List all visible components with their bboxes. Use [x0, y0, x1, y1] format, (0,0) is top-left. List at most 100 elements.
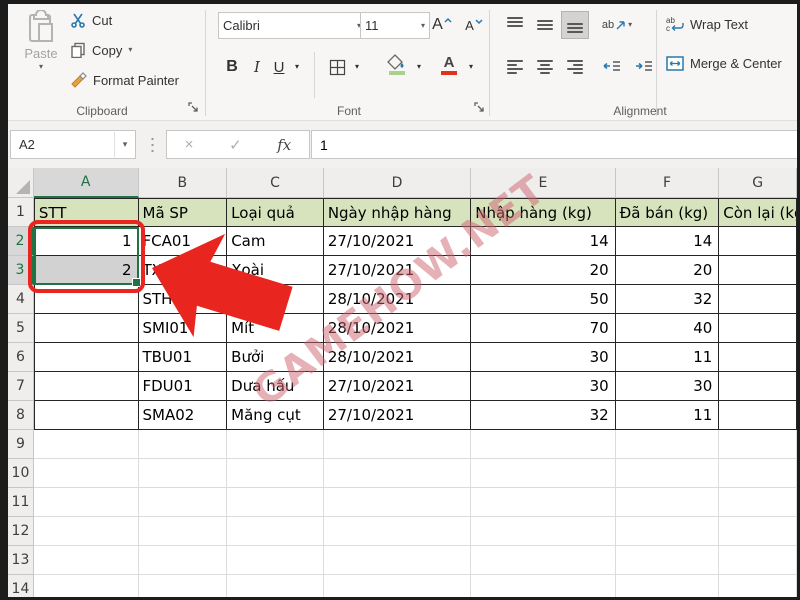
- name-box[interactable]: A2 ▾: [10, 130, 136, 159]
- cell-D4[interactable]: 28/10/2021: [324, 285, 471, 314]
- cell-D2[interactable]: 27/10/2021: [324, 227, 471, 256]
- cell-E5[interactable]: 70: [471, 314, 615, 343]
- italic-button[interactable]: I: [246, 54, 268, 80]
- row-header-11[interactable]: 11: [8, 488, 34, 517]
- cell-B7[interactable]: FDU01: [139, 372, 228, 401]
- cell-D6[interactable]: 28/10/2021: [324, 343, 471, 372]
- underline-button[interactable]: U: [268, 54, 290, 80]
- cell-B11[interactable]: [139, 488, 228, 517]
- font-name-combo[interactable]: Calibri ▾: [218, 12, 366, 39]
- cell-C3[interactable]: Xoài: [227, 256, 324, 285]
- cell-D9[interactable]: [324, 430, 471, 459]
- cell-F13[interactable]: [616, 546, 720, 575]
- enter-icon[interactable]: ✓: [229, 136, 242, 154]
- borders-dropdown-chevron[interactable]: ▾: [350, 54, 364, 80]
- row-header-4[interactable]: 4: [8, 285, 34, 314]
- cell-D11[interactable]: [324, 488, 471, 517]
- row-header-1[interactable]: 1: [8, 198, 34, 227]
- cell-G7[interactable]: [719, 372, 797, 401]
- cell-D7[interactable]: 27/10/2021: [324, 372, 471, 401]
- row-header-9[interactable]: 9: [8, 430, 34, 459]
- cell-D14[interactable]: [324, 575, 471, 597]
- cell-E7[interactable]: 30: [471, 372, 615, 401]
- cut-button[interactable]: Cut: [70, 12, 112, 28]
- row-header-2[interactable]: 2: [8, 227, 34, 256]
- align-center-button[interactable]: [532, 54, 558, 80]
- paste-button[interactable]: Paste ▾: [16, 10, 66, 100]
- cell-F8[interactable]: 11: [616, 401, 720, 430]
- cell-C1[interactable]: Loại quả: [227, 198, 324, 227]
- cell-C6[interactable]: Bưởi: [227, 343, 324, 372]
- orientation-button[interactable]: ab ▾: [600, 12, 634, 38]
- cell-C8[interactable]: Măng cụt: [227, 401, 324, 430]
- cell-B5[interactable]: SMI01: [139, 314, 228, 343]
- cell-D13[interactable]: [324, 546, 471, 575]
- cell-C4[interactable]: Thơm: [227, 285, 324, 314]
- cell-F1[interactable]: Đã bán (kg): [616, 198, 720, 227]
- column-header-G[interactable]: G: [719, 168, 797, 198]
- cell-D1[interactable]: Ngày nhập hàng: [324, 198, 471, 227]
- column-header-B[interactable]: B: [139, 168, 228, 198]
- cell-C12[interactable]: [227, 517, 324, 546]
- cell-G11[interactable]: [719, 488, 797, 517]
- middle-align-button[interactable]: [532, 12, 558, 38]
- column-header-C[interactable]: C: [227, 168, 324, 198]
- cell-G3[interactable]: [719, 256, 797, 285]
- cell-A3[interactable]: 2: [34, 256, 139, 285]
- cell-C14[interactable]: [227, 575, 324, 597]
- cell-B14[interactable]: [139, 575, 228, 597]
- row-header-8[interactable]: 8: [8, 401, 34, 430]
- font-size-combo[interactable]: 11 ▾: [360, 12, 430, 39]
- cell-B9[interactable]: [139, 430, 228, 459]
- cell-F12[interactable]: [616, 517, 720, 546]
- cell-F2[interactable]: 14: [616, 227, 720, 256]
- column-header-A[interactable]: A: [34, 168, 139, 198]
- cell-G9[interactable]: [719, 430, 797, 459]
- cell-A10[interactable]: [34, 459, 139, 488]
- formula-input[interactable]: 1: [311, 130, 797, 159]
- cell-E6[interactable]: 30: [471, 343, 615, 372]
- cell-C9[interactable]: [227, 430, 324, 459]
- cell-G8[interactable]: [719, 401, 797, 430]
- cell-F11[interactable]: [616, 488, 720, 517]
- cell-G12[interactable]: [719, 517, 797, 546]
- cell-E14[interactable]: [471, 575, 615, 597]
- cell-F3[interactable]: 20: [616, 256, 720, 285]
- cell-B13[interactable]: [139, 546, 228, 575]
- column-header-E[interactable]: E: [471, 168, 615, 198]
- cell-A14[interactable]: [34, 575, 139, 597]
- cell-D10[interactable]: [324, 459, 471, 488]
- cell-C5[interactable]: Mít: [227, 314, 324, 343]
- cell-G4[interactable]: [719, 285, 797, 314]
- copy-button[interactable]: Copy ▾: [70, 42, 132, 58]
- cell-E3[interactable]: 20: [471, 256, 615, 285]
- cell-A13[interactable]: [34, 546, 139, 575]
- cell-E1[interactable]: Nhập hàng (kg): [471, 198, 615, 227]
- cell-B1[interactable]: Mã SP: [139, 198, 228, 227]
- cancel-icon[interactable]: ×: [185, 136, 194, 153]
- insert-function-icon[interactable]: fx: [277, 136, 291, 154]
- cell-E12[interactable]: [471, 517, 615, 546]
- cell-D5[interactable]: 28/10/2021: [324, 314, 471, 343]
- cell-E10[interactable]: [471, 459, 615, 488]
- cell-G2[interactable]: [719, 227, 797, 256]
- cell-G10[interactable]: [719, 459, 797, 488]
- column-header-F[interactable]: F: [616, 168, 720, 198]
- cell-A8[interactable]: [34, 401, 139, 430]
- cell-A4[interactable]: [34, 285, 139, 314]
- cell-B3[interactable]: TXO01: [139, 256, 228, 285]
- increase-indent-button[interactable]: [630, 54, 658, 80]
- cell-D8[interactable]: 27/10/2021: [324, 401, 471, 430]
- cell-E4[interactable]: 50: [471, 285, 615, 314]
- cell-B2[interactable]: FCA01: [139, 227, 228, 256]
- clipboard-dialog-launcher-icon[interactable]: [188, 102, 202, 116]
- cell-C2[interactable]: Cam: [227, 227, 324, 256]
- cell-A6[interactable]: [34, 343, 139, 372]
- cell-F9[interactable]: [616, 430, 720, 459]
- underline-dropdown-chevron[interactable]: ▾: [290, 54, 304, 80]
- font-color-button[interactable]: A: [436, 52, 462, 78]
- bold-button[interactable]: B: [220, 54, 244, 80]
- cell-F7[interactable]: 30: [616, 372, 720, 401]
- cell-A9[interactable]: [34, 430, 139, 459]
- cell-B10[interactable]: [139, 459, 228, 488]
